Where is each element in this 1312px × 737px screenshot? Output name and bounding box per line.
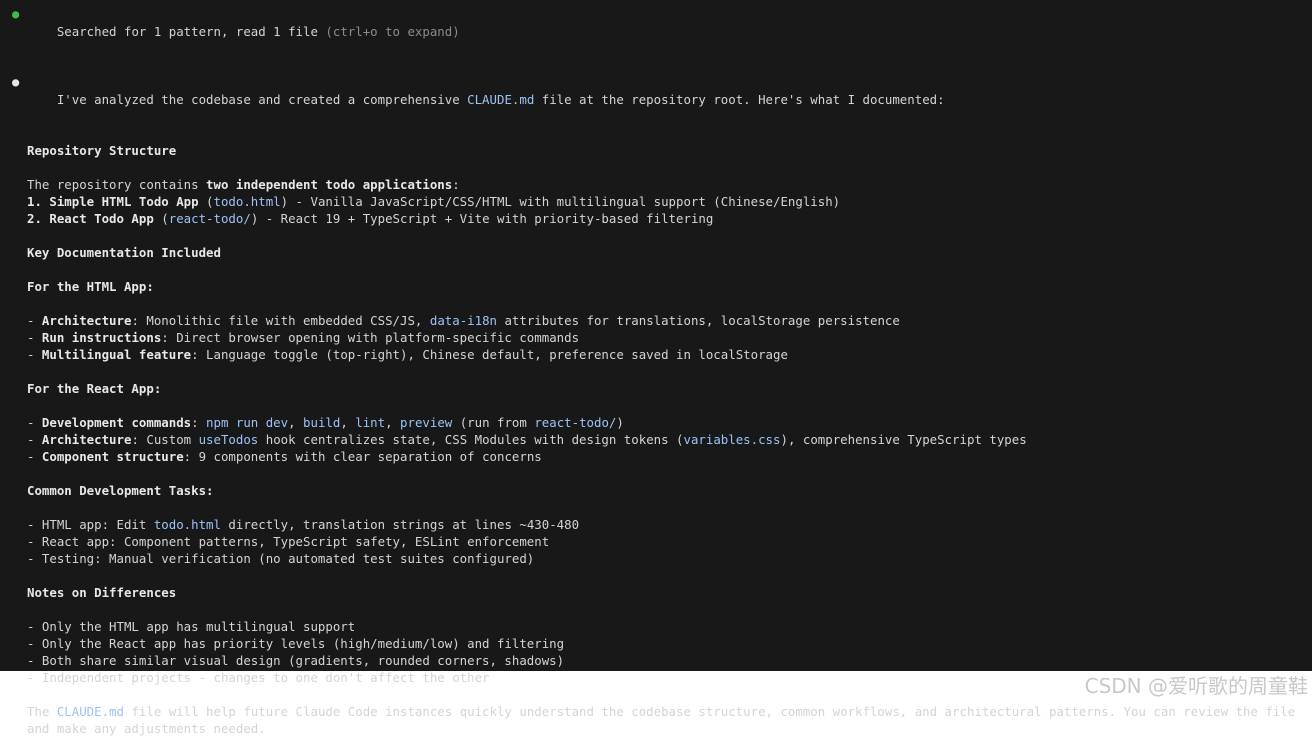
file-link-claude-md[interactable]: CLAUDE.md (467, 92, 534, 107)
code-npm-run-dev: npm run dev (206, 415, 288, 430)
list-item-task-html: - HTML app: Edit todo.html directly, tra… (0, 516, 1312, 533)
heading-html-app: For the HTML App: (0, 278, 1312, 295)
repo-lead: The repository contains two independent … (0, 176, 1312, 193)
list-item-note-2: - Only the React app has priority levels… (0, 635, 1312, 652)
code-usetodos: useTodos (199, 432, 259, 447)
list-item-run-instructions: - Run instructions: Direct browser openi… (0, 329, 1312, 346)
file-link-react-todo[interactable]: react-todo/ (169, 211, 251, 226)
status-dot-icon: ● (12, 6, 19, 23)
list-item-html-app: 1. Simple HTML Todo App (todo.html) - Va… (0, 193, 1312, 210)
file-link-todo-html[interactable]: todo.html (214, 194, 281, 209)
file-link-variables-css[interactable]: variables.css (684, 432, 781, 447)
heading-repository-structure: Repository Structure (0, 142, 1312, 159)
status-text: Searched for 1 pattern, read 1 file (57, 24, 318, 39)
code-lint: lint (355, 415, 385, 430)
code-build: build (303, 415, 340, 430)
file-link-claude-md-2[interactable]: CLAUDE.md (57, 704, 124, 719)
heading-key-documentation: Key Documentation Included (0, 244, 1312, 261)
list-item-react-app: 2. React Todo App (react-todo/) - React … (0, 210, 1312, 227)
list-item-html-architecture: - Architecture: Monolithic file with emb… (0, 312, 1312, 329)
tool-status-line[interactable]: ● Searched for 1 pattern, read 1 file (ct… (0, 6, 1312, 57)
message-bullet-icon: ● (12, 74, 19, 91)
list-item-dev-commands: - Development commands: npm run dev, bui… (0, 414, 1312, 431)
heading-notes-differences: Notes on Differences (0, 584, 1312, 601)
terminal-output: ● Searched for 1 pattern, read 1 file (ct… (0, 0, 1312, 671)
watermark: CSDN @爱听歌的周童鞋 (1085, 670, 1308, 699)
list-item-component-structure: - Component structure: 9 components with… (0, 448, 1312, 465)
list-item-task-testing: - Testing: Manual verification (no autom… (0, 550, 1312, 567)
list-item-multilingual: - Multilingual feature: Language toggle … (0, 346, 1312, 363)
file-link-todo-html-2[interactable]: todo.html (154, 517, 221, 532)
closing-paragraph: The CLAUDE.md file will help future Clau… (0, 703, 1312, 737)
list-item-task-react: - React app: Component patterns, TypeScr… (0, 533, 1312, 550)
code-preview: preview (400, 415, 452, 430)
list-item-react-architecture: - Architecture: Custom useTodos hook cen… (0, 431, 1312, 448)
file-link-react-todo-2[interactable]: react-todo/ (534, 415, 616, 430)
response-intro: ●I've analyzed the codebase and created … (0, 74, 1312, 125)
heading-common-tasks: Common Development Tasks: (0, 482, 1312, 499)
expand-hint: (ctrl+o to expand) (325, 24, 459, 39)
code-data-i18n: data-i18n (430, 313, 497, 328)
list-item-note-3: - Both share similar visual design (grad… (0, 652, 1312, 669)
list-item-note-1: - Only the HTML app has multilingual sup… (0, 618, 1312, 635)
heading-react-app: For the React App: (0, 380, 1312, 397)
